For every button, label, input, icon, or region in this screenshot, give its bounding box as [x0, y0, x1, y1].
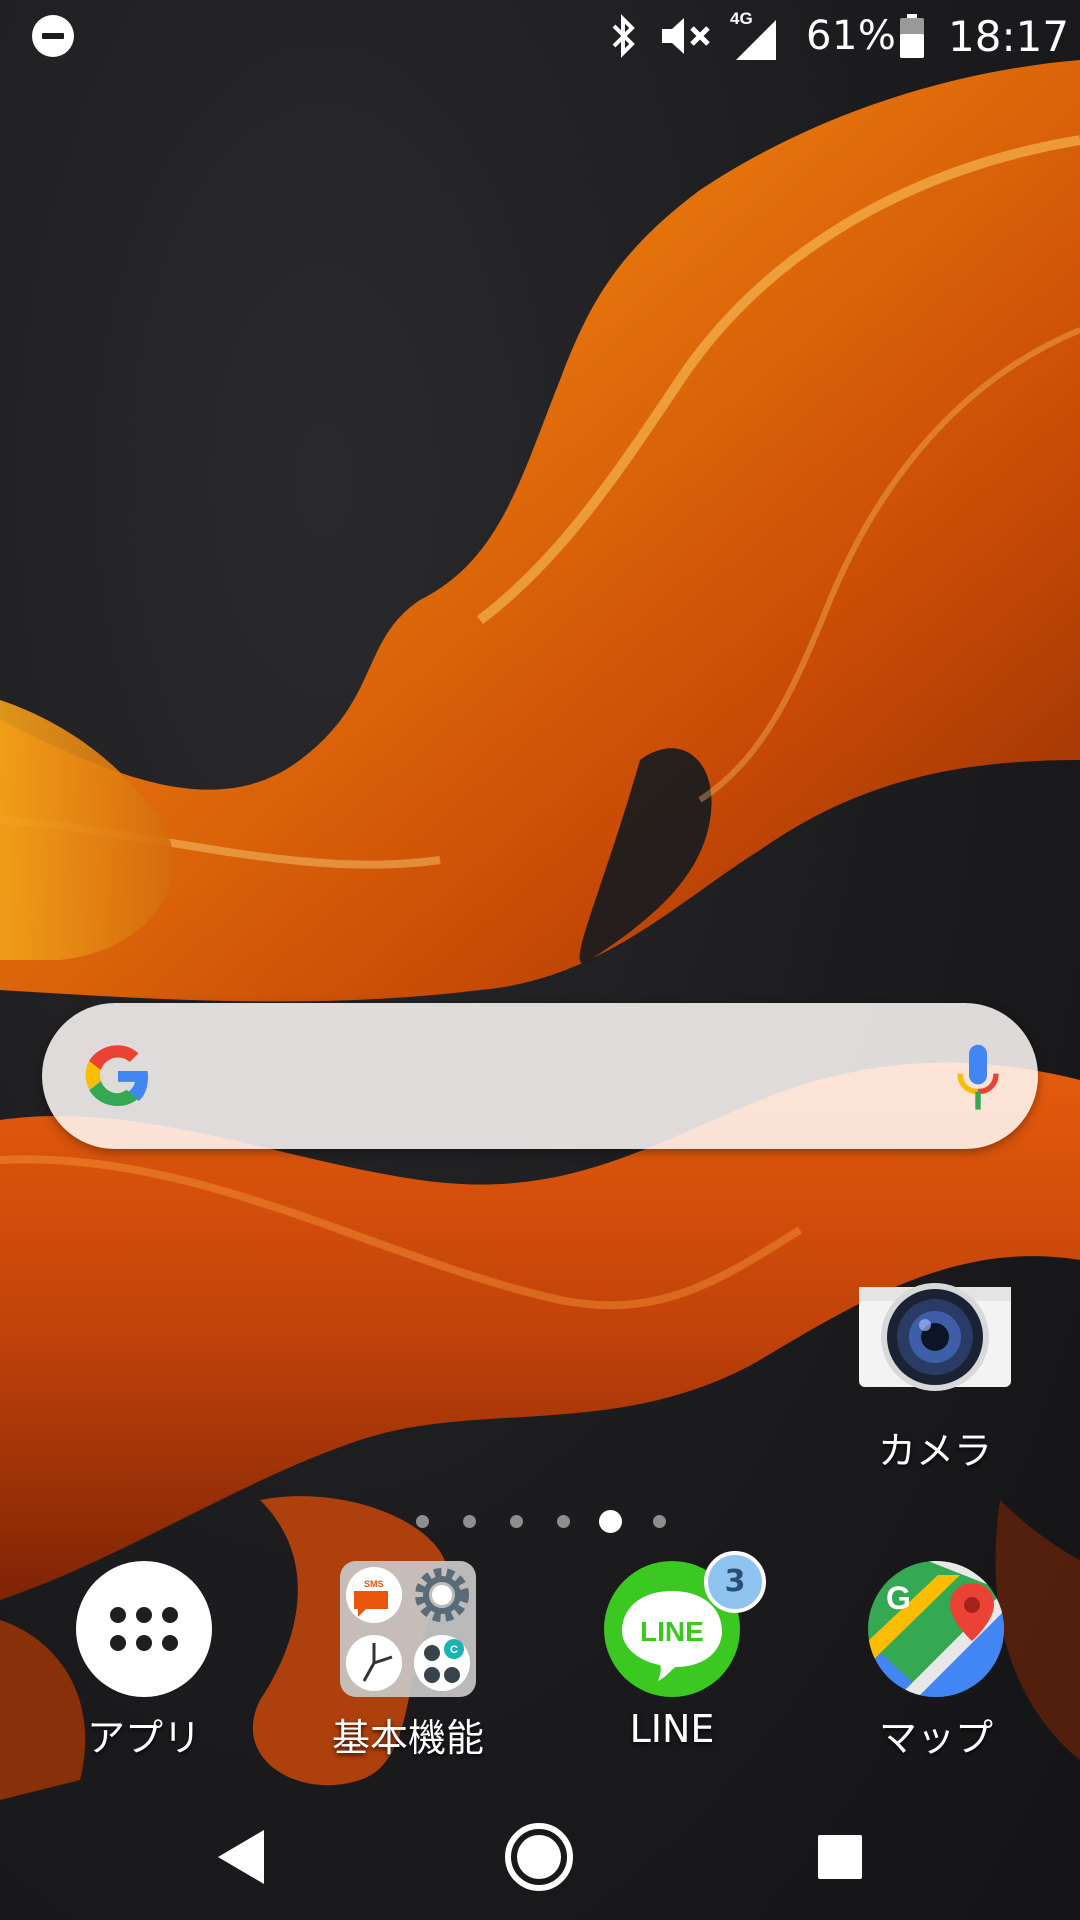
status-bar: 4G 61% 18:17 [0, 0, 1080, 72]
battery-percent: 61% [806, 13, 897, 59]
calculator-label: C [450, 1644, 458, 1656]
page-dot[interactable] [463, 1515, 476, 1528]
google-logo[interactable] [82, 1040, 154, 1112]
mic-icon[interactable] [948, 1043, 1008, 1115]
bluetooth-icon [606, 0, 640, 72]
app-label: アプリ [86, 1716, 201, 1760]
clock: 18:17 [948, 11, 1070, 61]
search-widget[interactable] [42, 1003, 1038, 1149]
app-label: カメラ [877, 1429, 992, 1473]
app-label: LINE [629, 1707, 715, 1751]
folder-icon: SMS C [340, 1561, 476, 1697]
page-dot-active[interactable] [599, 1510, 622, 1533]
signal-4g-icon: 4G [730, 0, 784, 72]
maps-icon: G [868, 1561, 1004, 1697]
sms-label: SMS [364, 1579, 384, 1589]
back-icon[interactable] [196, 1812, 286, 1902]
page-indicator[interactable] [0, 1508, 1080, 1534]
page-dot[interactable] [510, 1515, 523, 1528]
notification-badge: 3 [704, 1551, 766, 1613]
app-label: マップ [878, 1716, 993, 1760]
dock-app-line[interactable]: LINE 3 LINE [572, 1551, 772, 1765]
page-dot[interactable] [557, 1515, 570, 1528]
calculator-icon: C [414, 1635, 470, 1691]
dock-app-drawer[interactable]: アプリ [44, 1555, 244, 1765]
sms-icon: SMS [346, 1567, 402, 1623]
camera-icon [859, 1283, 1011, 1391]
battery-fill [900, 34, 924, 58]
line-logo-text: LINE [640, 1616, 704, 1647]
search-input[interactable] [182, 1033, 926, 1121]
page-dot[interactable] [416, 1515, 429, 1528]
recents-icon[interactable] [795, 1812, 885, 1902]
app-camera[interactable]: カメラ [850, 1265, 1020, 1475]
battery-icon [898, 0, 926, 72]
do-not-disturb-icon [30, 0, 76, 72]
dock-app-maps[interactable]: G マップ [836, 1555, 1036, 1765]
settings-icon [415, 1568, 469, 1622]
dock-folder-basic-functions[interactable]: SMS C 基本機能 [308, 1555, 508, 1765]
app-label: 基本機能 [331, 1716, 484, 1760]
page-dot[interactable] [653, 1515, 666, 1528]
maps-logo-text: G [886, 1580, 911, 1616]
navigation-bar [0, 1790, 1080, 1920]
volume-muted-icon [658, 0, 714, 72]
home-screen: 4G 61% 18:17 カメラ アプリ SMS C 基本機能 LINE 3 L… [0, 0, 1080, 1920]
home-icon[interactable] [494, 1812, 584, 1902]
app-drawer-icon [76, 1561, 212, 1697]
clock-icon [346, 1635, 402, 1691]
network-type-label: 4G [730, 9, 753, 28]
